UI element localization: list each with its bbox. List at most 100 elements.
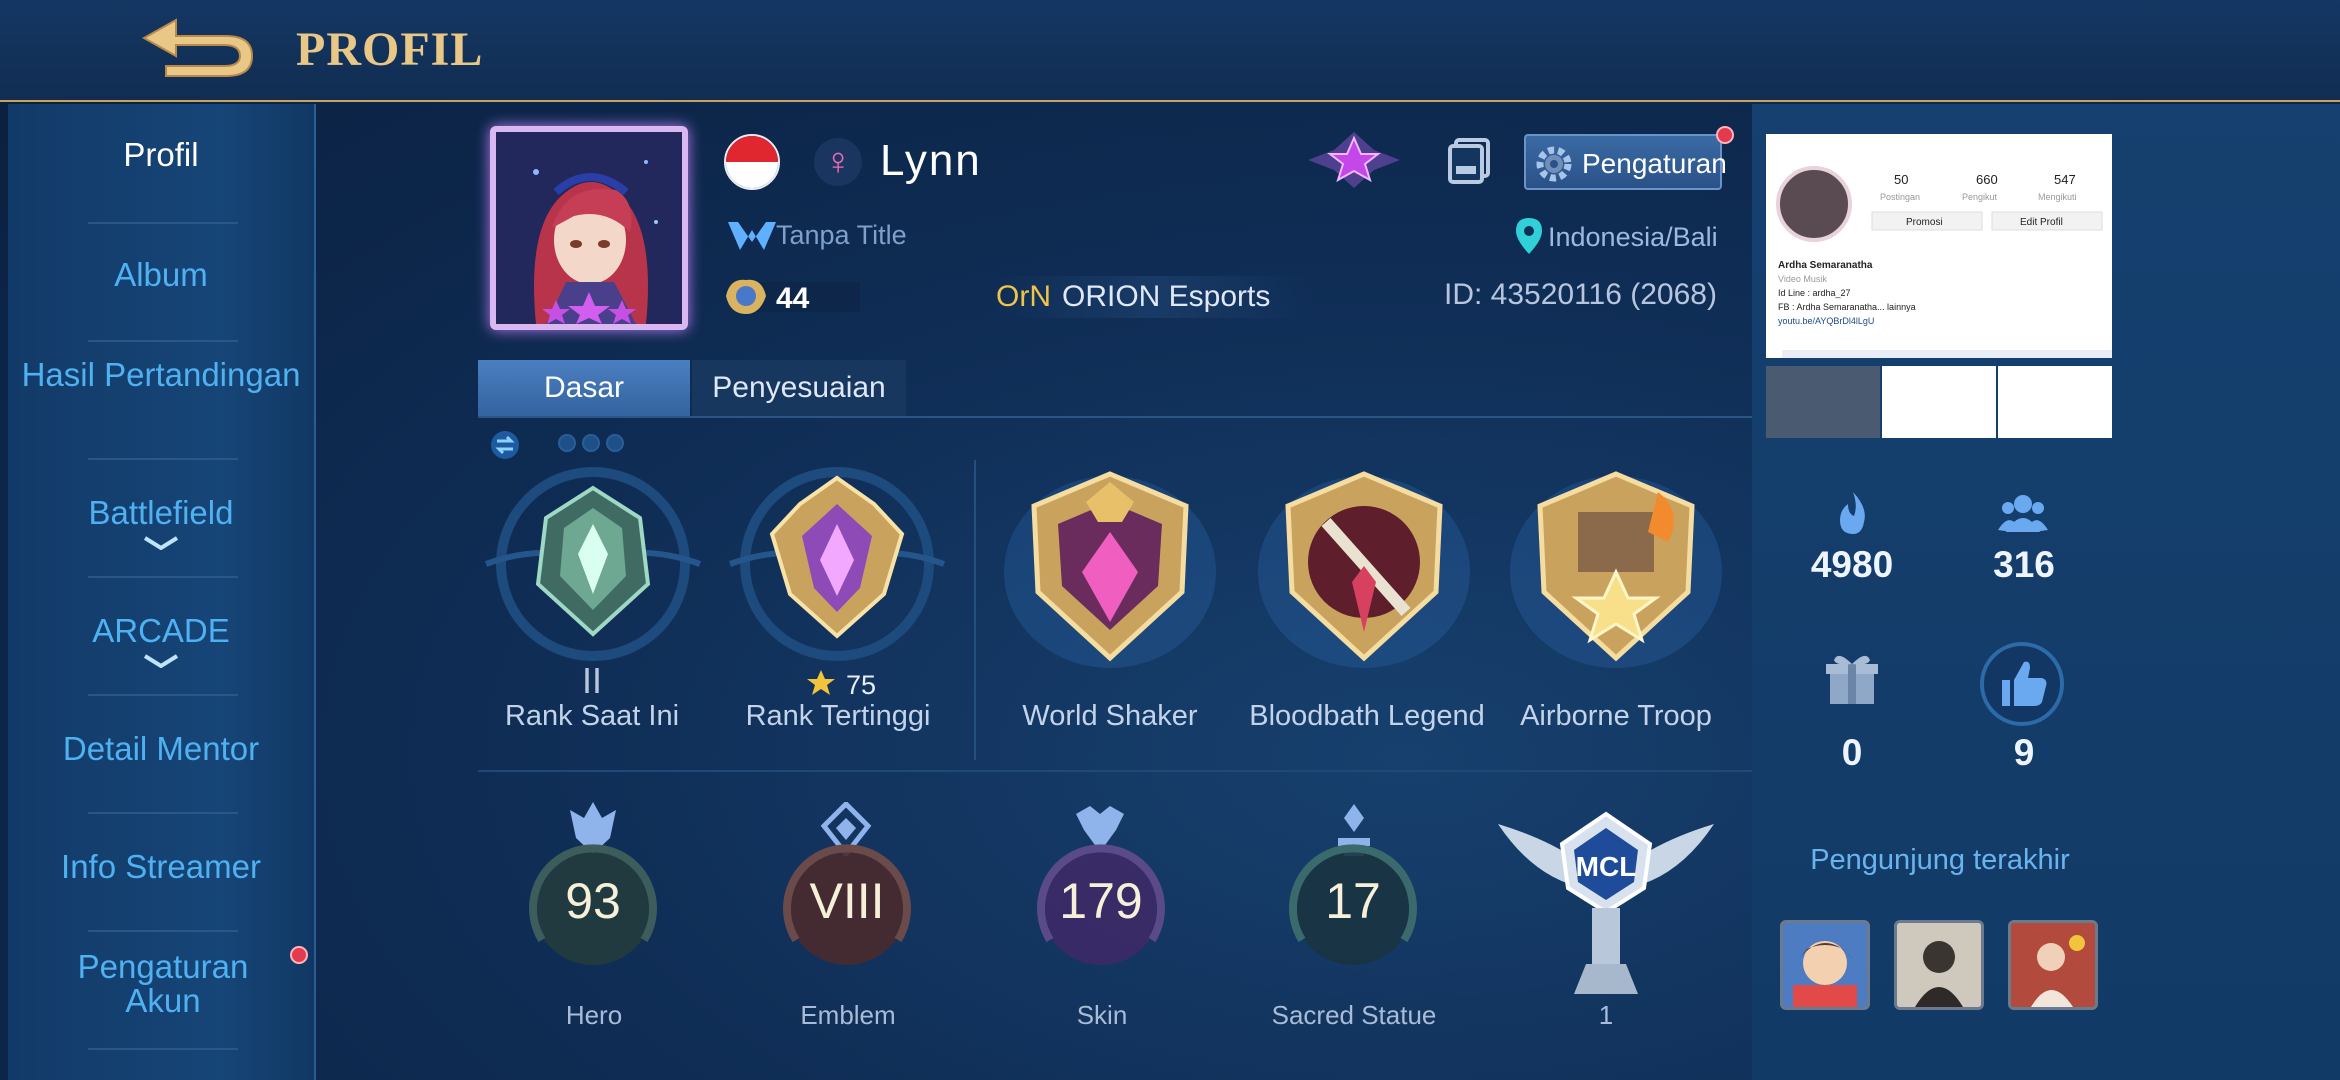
visitor-avatar[interactable] — [2008, 920, 2098, 1010]
visitor-avatar-image — [2011, 923, 2095, 1007]
achievement-label: Bloodbath Legend — [1249, 700, 1485, 732]
location-pin-icon — [1516, 218, 1542, 254]
female-gender-icon: ♀ — [814, 138, 862, 186]
popularity-flame-icon — [1840, 492, 1865, 534]
sidebar-item-album[interactable]: Album — [8, 258, 314, 292]
squad-tag: OrN — [996, 280, 1051, 313]
settings-button[interactable]: Pengaturan — [1524, 134, 1727, 190]
album-thumbnail[interactable] — [1998, 366, 2112, 438]
sidebar-divider — [88, 930, 238, 932]
rank-current-medal-icon — [484, 467, 702, 661]
visitor-avatar[interactable] — [1894, 920, 1984, 1010]
album-stat: 50 — [1894, 172, 1908, 187]
sidebar-item-label: ARCADE — [92, 612, 230, 649]
star-icon — [807, 670, 835, 695]
followers-count: 316 — [1993, 544, 2055, 585]
sidebar-divider — [88, 694, 238, 696]
visitor-avatar[interactable] — [1780, 920, 1870, 1010]
mcl-text: MCL — [1576, 851, 1637, 882]
album-photo-main[interactable]: 50 660 547 Postingan Pengikut Mengikuti … — [1766, 134, 2112, 358]
sidebar-divider — [88, 222, 238, 224]
tab-label: Dasar — [543, 371, 625, 404]
followers-icon — [1998, 495, 2048, 532]
notification-dot — [1716, 126, 1734, 144]
album-stat: 547 — [2054, 172, 2076, 187]
gift-icon[interactable] — [1824, 650, 1880, 706]
star-badge-icon[interactable] — [1304, 130, 1404, 190]
notification-dot — [290, 946, 308, 964]
world-shaker-medal-icon — [1004, 471, 1216, 668]
album-line: Video Musik — [1778, 274, 1827, 284]
section-divider — [974, 460, 976, 760]
sidebar-item-hasil-pertandingan[interactable]: Hasil Pertandingan — [16, 358, 306, 392]
rank-stars: 75 — [846, 670, 877, 700]
back-arrow-icon[interactable] — [136, 14, 256, 80]
album-line: youtu.be/AYQBrDl4lLgU — [1778, 316, 1874, 326]
tab-penyesuaian[interactable]: Penyesuaian — [692, 360, 906, 416]
squad-name[interactable]: ORION Esports — [1062, 280, 1270, 314]
tab-label: Penyesuaian — [712, 371, 886, 404]
achievement-label: Rank Saat Ini — [504, 700, 680, 732]
avatar[interactable] — [490, 126, 688, 330]
visitor-avatar-image — [1897, 923, 1981, 1007]
album-stat-label: Pengikut — [1962, 192, 1998, 202]
sidebar-divider — [88, 458, 238, 460]
mcl-trophy-icon: MCL — [1498, 811, 1714, 994]
stat-label: Hero — [565, 1000, 623, 1030]
album-thumbnail[interactable] — [1766, 366, 1880, 438]
visitor-avatar-image — [1783, 923, 1867, 1007]
sidebar-item-label: Pengaturan Akun — [77, 948, 249, 1019]
sidebar-item-detail-mentor[interactable]: Detail Mentor — [8, 732, 314, 766]
cards-icon[interactable] — [1446, 136, 1492, 186]
gear-icon — [1536, 146, 1572, 182]
sidebar-item-label: Detail Mentor — [62, 730, 260, 767]
sidebar-item-label: Battlefield — [88, 494, 234, 531]
skin-count: 179 — [1059, 873, 1143, 929]
sidebar-item-battlefield[interactable]: Battlefield — [8, 496, 314, 550]
popularity-count: 4980 — [1810, 544, 1894, 585]
recent-visitors-label: Pengunjung terakhir — [1810, 844, 2070, 876]
album-stat-label: Mengikuti — [2038, 192, 2077, 202]
mcl-count: 1 — [1598, 1000, 1614, 1030]
sidebar-item-label: Album — [114, 256, 208, 293]
avatar-portrait-icon — [496, 132, 682, 324]
chevron-down-icon — [143, 654, 179, 668]
location-text: Indonesia/Bali — [1548, 222, 1718, 252]
album-button: Promosi — [1906, 217, 1943, 228]
album-line: Id Line : ardha_27 — [1778, 288, 1851, 298]
hero-count: 93 — [565, 873, 621, 929]
sidebar-divider — [88, 1048, 238, 1050]
sidebar-item-label: Profil — [123, 136, 199, 173]
achievement-label: Rank Tertinggi — [745, 700, 931, 732]
title-emblem-icon — [728, 222, 776, 250]
album-line: FB : Ardha Semaranatha... lainnya — [1778, 302, 1916, 312]
page-dot — [582, 434, 600, 452]
emblem-level: VIII — [809, 873, 885, 929]
swap-icon[interactable] — [490, 430, 520, 460]
stat-label: Emblem — [800, 1000, 896, 1030]
sidebar-item-info-streamer[interactable]: Info Streamer — [8, 850, 314, 884]
album-button: Edit Profil — [2020, 217, 2063, 228]
album-thumbnail[interactable] — [1882, 366, 1996, 438]
indonesia-flag-icon — [724, 134, 780, 190]
airborne-troop-medal-icon — [1510, 471, 1722, 668]
sidebar-item-profil[interactable]: Profil — [8, 138, 314, 172]
player-id: ID: 43520116 (2068) — [1444, 278, 1717, 311]
album-line: Ardha Semaranatha — [1778, 260, 1873, 271]
album-stat: 660 — [1976, 172, 1998, 187]
page-dot — [606, 434, 624, 452]
sidebar-divider — [88, 812, 238, 814]
likes-count: 9 — [2013, 732, 2035, 773]
sidebar-item-arcade[interactable]: ARCADE — [8, 614, 314, 668]
player-name: Lynn — [880, 136, 982, 185]
sidebar-item-label: Info Streamer — [61, 848, 261, 885]
achievement-label: Airborne Troop — [1520, 700, 1712, 732]
like-thumb-icon[interactable] — [1978, 640, 2066, 728]
chevron-down-icon — [143, 536, 179, 550]
section-divider — [478, 770, 1754, 772]
tab-dasar[interactable]: Dasar — [478, 360, 690, 416]
sidebar-item-pengaturan-akun[interactable]: Pengaturan Akun — [48, 950, 278, 1018]
achievement-label: World Shaker — [1022, 700, 1198, 732]
rank-highest-medal-icon — [728, 467, 946, 661]
page-dot — [558, 434, 576, 452]
